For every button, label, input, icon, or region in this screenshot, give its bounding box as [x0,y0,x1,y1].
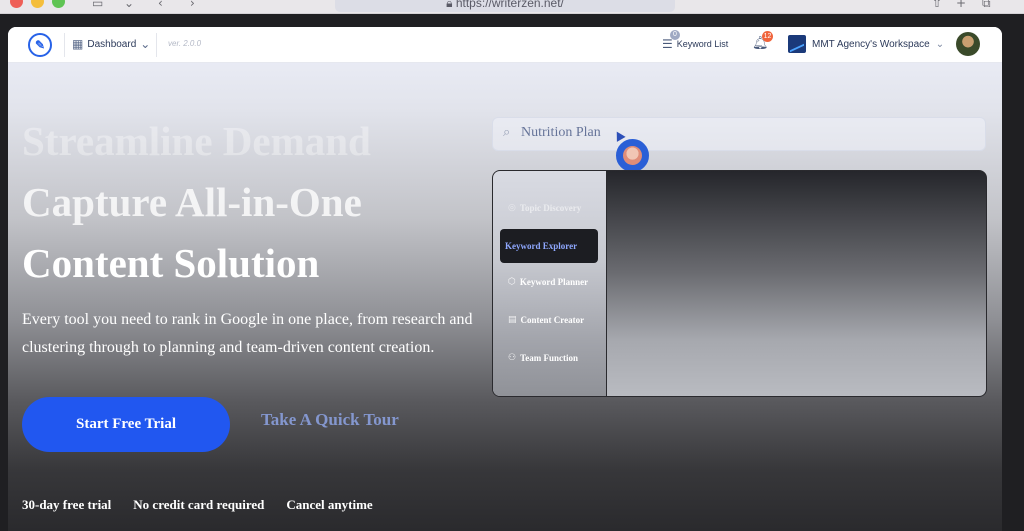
tool-label: Keyword Explorer [505,241,578,251]
feature-item: No credit card required [133,497,265,512]
team-icon: ⚇ [508,353,517,363]
writerzen-logo-icon[interactable]: ✎ [28,33,52,57]
top-navbar: ✎ ▦ Dashboard ⌄ ver. 2.0.0 ☰ 0 Keyword Li… [8,27,1002,63]
cursor-avatar [616,139,649,172]
tool-item-content-creator[interactable]: ▤ Content Creator [500,305,598,335]
nav-divider [156,33,157,57]
feature-item: 30-day free trial [22,497,112,512]
notification-badge: 12 [762,31,773,42]
planner-icon: ⬡ [508,277,516,287]
url-text: https://writerzen.net/ [455,0,564,10]
keyword-list-button[interactable]: ☰ 0 Keyword List [662,30,729,51]
forward-arrow-icon[interactable]: › [190,0,195,10]
chevron-down-icon: ⌄ [140,37,151,51]
tool-label: Topic Discovery [519,203,582,213]
back-arrow-icon[interactable]: ‹ [158,0,163,10]
feature-list: 30-day free trial No credit card require… [22,497,373,513]
demo-search-input[interactable]: ⌕ Nutrition Plan [492,117,986,151]
hero-title-line-3: Content Solution [22,240,320,286]
hero-title-line-2: Capture All-in-One [22,179,362,225]
workspace-label: MMT Agency's Workspace [812,38,930,50]
chevron-down-icon[interactable]: ⌄ [124,0,134,10]
url-bar[interactable]: 🔒︎ https://writerzen.net/ [335,0,675,12]
tool-item-keyword-planner[interactable]: ⬡ Keyword Planner [500,267,598,297]
close-window-button[interactable] [10,0,23,8]
tool-item-keyword-explorer[interactable]: Keyword Explorer [500,229,598,263]
tool-sidebar: ◎ Topic Discovery Keyword Explorer ⬡ Key… [493,171,607,396]
tool-label: Content Creator [520,315,585,325]
dashboard-menu-button[interactable]: ▦ Dashboard ⌄ [72,37,150,51]
plus-icon[interactable]: + [956,0,966,10]
tool-label: Team Function [520,353,579,363]
chevron-down-icon: ⌄ [935,38,945,50]
sidebar-toggle-icon[interactable]: ▭ [92,0,103,10]
version-label: ver. 2.0.0 [168,39,202,48]
feature-item: Cancel anytime [286,497,373,512]
browser-toolbar: ▭ ⌄ ‹ › 🔒︎ https://writerzen.net/ ⇧ + ⧉ [0,0,1024,14]
hero-description: Every tool you need to rank in Google in… [22,311,473,356]
search-icon: ⌕ [503,125,511,140]
lock-icon: 🔒︎ [446,0,453,10]
nav-divider [64,33,65,57]
share-icon[interactable]: ⇧ [932,0,942,10]
maximize-window-button[interactable] [52,0,65,8]
topic-icon: ◎ [508,203,516,213]
workspace-logo-icon [788,35,806,53]
tabs-icon[interactable]: ⧉ [982,0,991,11]
keyword-list-badge: 0 [670,30,680,40]
list-icon: ☰ 0 [662,30,680,51]
grid-icon: ▦ [72,37,84,51]
hero-title-line-1: Streamline Demand [22,118,371,164]
user-avatar[interactable] [956,32,980,56]
tool-item-team-function[interactable]: ⚇ Team Function [500,343,598,373]
quick-tour-link[interactable]: Take A Quick Tour [261,410,399,430]
dashboard-label: Dashboard [87,38,137,50]
search-value: Nutrition Plan [521,125,601,140]
start-free-trial-button[interactable]: Start Free Trial [22,397,230,452]
hero-title: Streamline Demand Capture All-in-One Con… [22,111,492,294]
tool-item-topic-discovery[interactable]: ◎ Topic Discovery [500,193,598,223]
tool-label: Keyword Planner [519,277,589,287]
keyword-list-label: Keyword List [676,39,729,49]
web-page: ✎ ▦ Dashboard ⌄ ver. 2.0.0 ☰ 0 Keyword Li… [8,27,1002,531]
workspace-switcher[interactable]: MMT Agency's Workspace ⌄ [788,35,944,53]
minimize-window-button[interactable] [31,0,44,8]
content-icon: ▤ [508,315,517,325]
demo-tool-panel: ◎ Topic Discovery Keyword Explorer ⬡ Key… [492,170,987,397]
